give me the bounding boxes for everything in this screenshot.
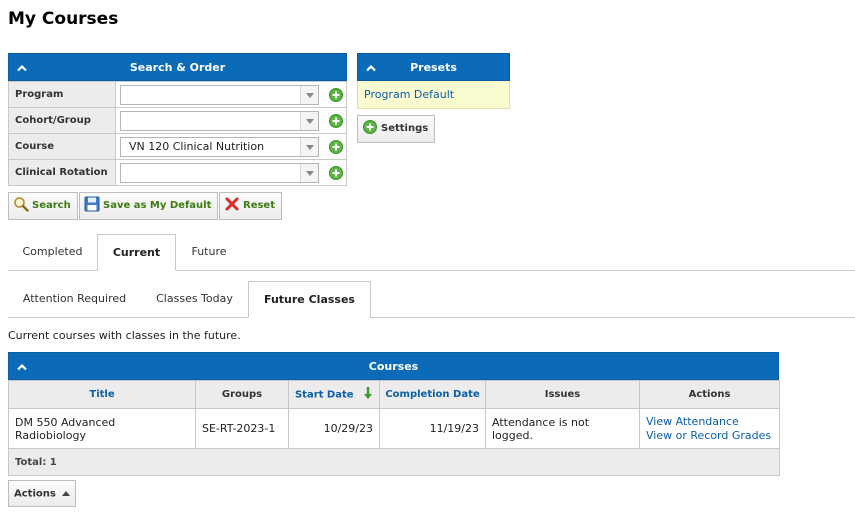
courses-title: Courses xyxy=(368,360,419,373)
reset-button-label: Reset xyxy=(243,200,275,211)
reset-button[interactable]: Reset xyxy=(219,192,282,220)
close-x-icon xyxy=(224,196,240,212)
course-issues-cell: Attendance is not logged. xyxy=(485,408,640,449)
view-attendance-link[interactable]: View Attendance xyxy=(646,415,773,429)
total-count: Total: 1 xyxy=(8,448,780,476)
search-button[interactable]: Search xyxy=(8,192,78,220)
tab-description: Current courses with classes in the futu… xyxy=(8,329,241,342)
dropdown-arrow-icon[interactable] xyxy=(300,111,318,130)
add-clinical-rotation-icon[interactable] xyxy=(328,165,343,180)
program-row: Program xyxy=(8,81,347,108)
add-program-icon[interactable] xyxy=(328,87,343,102)
column-header-actions: Actions xyxy=(639,380,780,409)
column-header-completion-date[interactable]: Completion Date xyxy=(379,380,486,409)
courses-panel: Courses Title Groups Start Date Completi… xyxy=(8,352,780,476)
sort-down-arrow-icon xyxy=(363,386,373,403)
secondary-tabs: Attention Required Classes Today Future … xyxy=(8,281,855,318)
presets-title: Presets xyxy=(410,61,457,74)
magnifier-icon xyxy=(13,196,29,212)
page-title: My Courses xyxy=(8,9,119,29)
caret-up-icon xyxy=(62,481,71,506)
collapse-chevron-icon[interactable] xyxy=(17,353,29,381)
course-label: Course xyxy=(8,133,116,160)
dropdown-arrow-icon[interactable] xyxy=(300,137,318,156)
clinical-rotation-row: Clinical Rotation xyxy=(8,159,347,186)
course-groups-cell: SE-RT-2023-1 xyxy=(195,408,289,449)
save-as-default-button[interactable]: Save as My Default xyxy=(79,192,219,220)
add-course-icon[interactable] xyxy=(328,139,343,154)
column-header-start-date[interactable]: Start Date xyxy=(288,380,380,409)
cohort-group-label: Cohort/Group xyxy=(8,107,116,134)
view-or-record-grades-link[interactable]: View or Record Grades xyxy=(646,429,773,443)
course-actions-cell: View Attendance View or Record Grades xyxy=(639,408,780,449)
table-header-row: Title Groups Start Date Completion Date … xyxy=(8,380,780,409)
search-order-panel: Search & Order Program Cohort/Group Cour… xyxy=(8,53,347,186)
tab-classes-today[interactable]: Classes Today xyxy=(141,281,248,318)
column-header-title[interactable]: Title xyxy=(8,380,196,409)
clinical-rotation-select[interactable] xyxy=(120,162,319,183)
tab-completed[interactable]: Completed xyxy=(8,234,97,271)
program-label: Program xyxy=(8,81,116,108)
column-header-groups: Groups xyxy=(195,380,289,409)
tab-future[interactable]: Future xyxy=(176,234,242,271)
column-header-issues: Issues xyxy=(485,380,640,409)
tab-current[interactable]: Current xyxy=(97,234,176,271)
settings-button-label: Settings xyxy=(381,123,429,134)
presets-header[interactable]: Presets xyxy=(357,53,510,81)
program-select[interactable] xyxy=(120,84,319,105)
course-completion-date-cell: 11/19/23 xyxy=(379,408,486,449)
courses-header[interactable]: Courses xyxy=(8,352,779,380)
course-start-date-cell: 10/29/23 xyxy=(288,408,380,449)
floppy-disk-icon xyxy=(84,196,100,212)
cohort-group-select[interactable] xyxy=(120,110,319,131)
actions-menu-label: Actions xyxy=(14,488,56,500)
cohort-group-row: Cohort/Group xyxy=(8,107,347,134)
save-as-default-label: Save as My Default xyxy=(103,200,212,211)
table-total-row: Total: 1 xyxy=(8,448,780,476)
clinical-rotation-label: Clinical Rotation xyxy=(8,159,116,186)
search-button-label: Search xyxy=(32,200,71,211)
search-form: Program Cohort/Group Course VN 120 Clini… xyxy=(8,81,347,186)
course-value: VN 120 Clinical Nutrition xyxy=(129,139,265,153)
tab-future-classes[interactable]: Future Classes xyxy=(248,281,371,318)
presets-panel: Presets Program Default xyxy=(357,53,510,109)
search-order-header[interactable]: Search & Order xyxy=(8,53,347,81)
course-row: Course VN 120 Clinical Nutrition xyxy=(8,133,347,160)
settings-button[interactable]: Settings xyxy=(357,115,436,143)
actions-menu-button[interactable]: Actions xyxy=(8,480,77,507)
dropdown-arrow-icon[interactable] xyxy=(300,163,318,182)
tab-attention-required[interactable]: Attention Required xyxy=(8,281,141,318)
primary-tabs: Completed Current Future xyxy=(8,234,855,271)
collapse-chevron-icon[interactable] xyxy=(366,54,378,82)
search-order-title: Search & Order xyxy=(129,61,226,74)
table-row: DM 550 Advanced Radiobiology SE-RT-2023-… xyxy=(8,408,780,449)
dropdown-arrow-icon[interactable] xyxy=(300,85,318,104)
start-date-header-label: Start Date xyxy=(294,389,354,401)
add-cohort-group-icon[interactable] xyxy=(328,113,343,128)
collapse-chevron-icon[interactable] xyxy=(17,54,29,82)
courses-table: Title Groups Start Date Completion Date … xyxy=(8,380,780,476)
plus-circle-icon xyxy=(362,119,378,135)
course-select[interactable]: VN 120 Clinical Nutrition xyxy=(120,136,319,157)
preset-program-default[interactable]: Program Default xyxy=(357,81,510,109)
course-title-cell: DM 550 Advanced Radiobiology xyxy=(8,408,196,449)
